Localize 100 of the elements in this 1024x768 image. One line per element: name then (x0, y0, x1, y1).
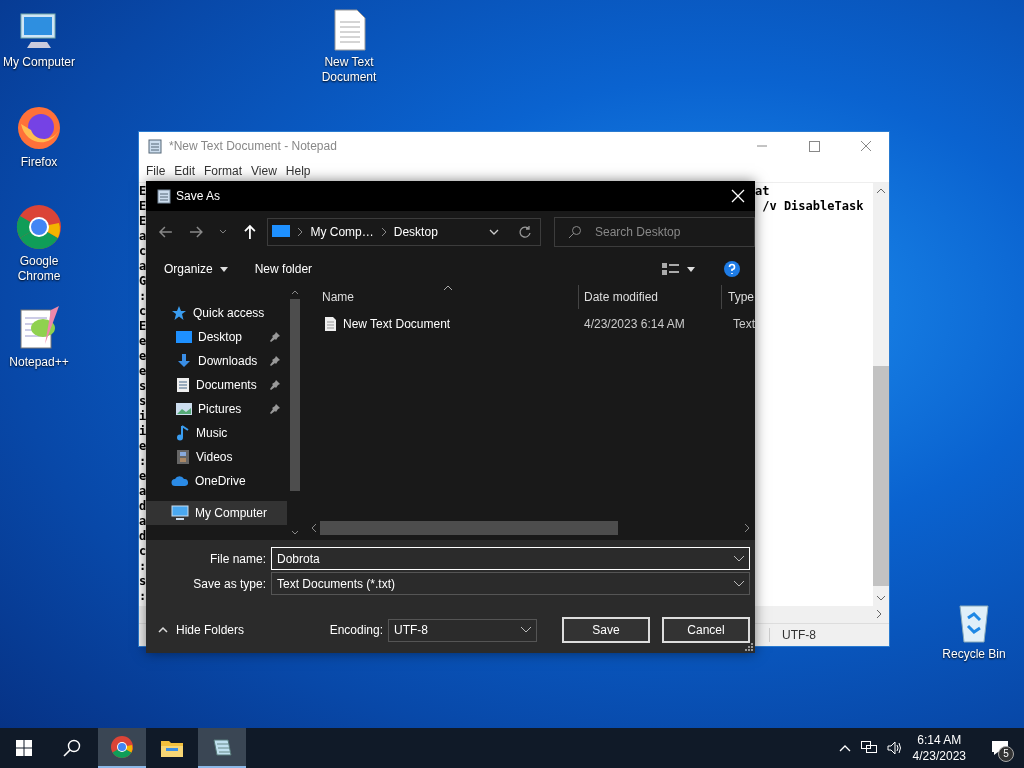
file-type-dropdown[interactable]: Text Documents (*.txt) (271, 572, 750, 595)
save-button[interactable]: Save (562, 617, 650, 643)
caret-icon[interactable] (686, 264, 696, 273)
document-icon (324, 316, 337, 332)
desktop-icon (176, 330, 192, 344)
encoding-dropdown[interactable]: UTF-8 (388, 618, 537, 642)
breadcrumb-item[interactable]: Desktop (393, 224, 438, 239)
scroll-thumb[interactable] (873, 366, 889, 586)
field-label: Save as type: (192, 576, 267, 591)
chevron-up-icon[interactable] (838, 744, 851, 752)
document-icon[interactable] (331, 8, 367, 52)
text-fragment: /v DisableTask (761, 199, 864, 214)
text-fragment: E (139, 319, 147, 334)
desktop-icon-label[interactable]: Recycle Bin (942, 647, 1006, 662)
chrome-icon (110, 735, 134, 759)
close-icon[interactable] (730, 188, 746, 204)
vertical-scrollbar[interactable] (873, 183, 889, 606)
text-fragment: c (139, 304, 147, 319)
text-fragment: a (139, 514, 147, 529)
menu-item[interactable]: Help (284, 164, 317, 178)
refresh-icon[interactable] (518, 224, 532, 239)
caret-icon[interactable] (733, 555, 745, 563)
up-arrow-icon[interactable] (241, 223, 258, 240)
help-icon[interactable] (724, 260, 740, 277)
new-folder-button[interactable]: New folder (254, 261, 313, 276)
column-header[interactable]: Date modified (578, 285, 721, 309)
encoding-label: Encoding: (329, 623, 383, 637)
text-fragment: s (139, 379, 147, 394)
nav-item[interactable]: Quick access (146, 301, 288, 325)
search-field[interactable]: Search Desktop (554, 216, 755, 247)
nav-item[interactable]: OneDrive (146, 469, 288, 493)
chevron-up-icon (158, 626, 168, 634)
taskbar-app[interactable] (198, 728, 246, 768)
text-fragment: : (139, 589, 147, 604)
breadcrumb-item[interactable]: My Comp… (310, 224, 374, 239)
text-fragment: e (139, 349, 147, 364)
file-name-field[interactable]: Dobrota (271, 547, 750, 570)
scroll-thumb[interactable] (320, 521, 618, 535)
text-fragment: a (139, 229, 147, 244)
menu-item[interactable]: Format (203, 164, 249, 178)
cancel-button[interactable]: Cancel (662, 617, 750, 643)
organize-menu[interactable]: Organize (164, 261, 213, 276)
text-fragment: a (139, 259, 147, 274)
text-fragment: e (139, 334, 147, 349)
encoding-status: UTF-8 (769, 628, 816, 642)
text-fragment: E (139, 184, 147, 199)
taskbar-app[interactable] (98, 728, 146, 768)
menu-item[interactable]: File (145, 164, 172, 178)
text-fragment: : (139, 289, 147, 304)
chevron-icon (296, 226, 305, 237)
nav-item[interactable]: Desktop (146, 325, 288, 349)
text-fragment: d (139, 529, 147, 544)
picture-icon (176, 402, 192, 416)
resize-grip-icon[interactable] (745, 643, 753, 651)
nav-item[interactable]: Music (146, 421, 288, 445)
clock-date[interactable]: 4/23/2023 (912, 748, 966, 764)
text-fragment: E (139, 214, 147, 229)
file-name[interactable]: New Text Document (343, 317, 451, 331)
nav-item[interactable]: My Computer (146, 501, 288, 525)
text-fragment: i (139, 424, 147, 439)
file-type: Text (732, 317, 755, 331)
desktop-icon-label[interactable]: My Computer (3, 55, 75, 70)
text-fragment: c (139, 544, 147, 559)
desktop-icon-label[interactable]: Google Chrome (0, 254, 78, 284)
scroll-thumb[interactable] (290, 299, 301, 491)
clock-time[interactable]: 6:14 AM (917, 732, 962, 748)
text-fragment: : (139, 559, 147, 574)
column-header[interactable]: Name (302, 285, 578, 309)
desktop-icon-label[interactable]: Notepad++ (9, 355, 69, 370)
nav-item[interactable]: Videos (146, 445, 288, 469)
folder-icon (160, 738, 184, 758)
document-icon (176, 377, 190, 393)
desktop-icon-label[interactable]: Firefox (20, 155, 58, 170)
nav-item[interactable]: Documents (146, 373, 288, 397)
column-header[interactable]: Type (721, 285, 754, 309)
search-icon[interactable] (63, 739, 81, 757)
chrome-icon[interactable] (15, 203, 63, 251)
speaker-icon[interactable] (886, 741, 903, 755)
file-date: 4/23/2023 6:14 AM (583, 317, 686, 331)
fox-globe-icon[interactable] (15, 104, 63, 152)
menu-item[interactable]: Edit (173, 164, 202, 178)
menu-item[interactable]: View (250, 164, 283, 178)
text-fragment: s (139, 394, 147, 409)
hide-folders-button[interactable]: Hide Folders (158, 623, 245, 637)
windows-logo-icon[interactable] (16, 740, 32, 756)
text-fragment: c (139, 244, 147, 259)
nav-item[interactable]: Downloads (146, 349, 288, 373)
view-options-icon[interactable] (662, 261, 680, 276)
network-icon[interactable] (860, 741, 877, 755)
desktop-icon-label[interactable]: New Text Document (310, 55, 388, 85)
cloud-icon (171, 475, 189, 487)
address-bar[interactable]: My Comp… Desktop (267, 217, 541, 246)
text-fragment: a (139, 484, 147, 499)
text-fragment: s (139, 574, 147, 589)
nav-item[interactable]: Pictures (146, 397, 288, 421)
star-icon (171, 305, 187, 321)
field-label: File name: (208, 551, 267, 566)
notepad-icon (211, 736, 233, 758)
search-icon (568, 224, 582, 239)
text-fragment: E (139, 199, 147, 214)
